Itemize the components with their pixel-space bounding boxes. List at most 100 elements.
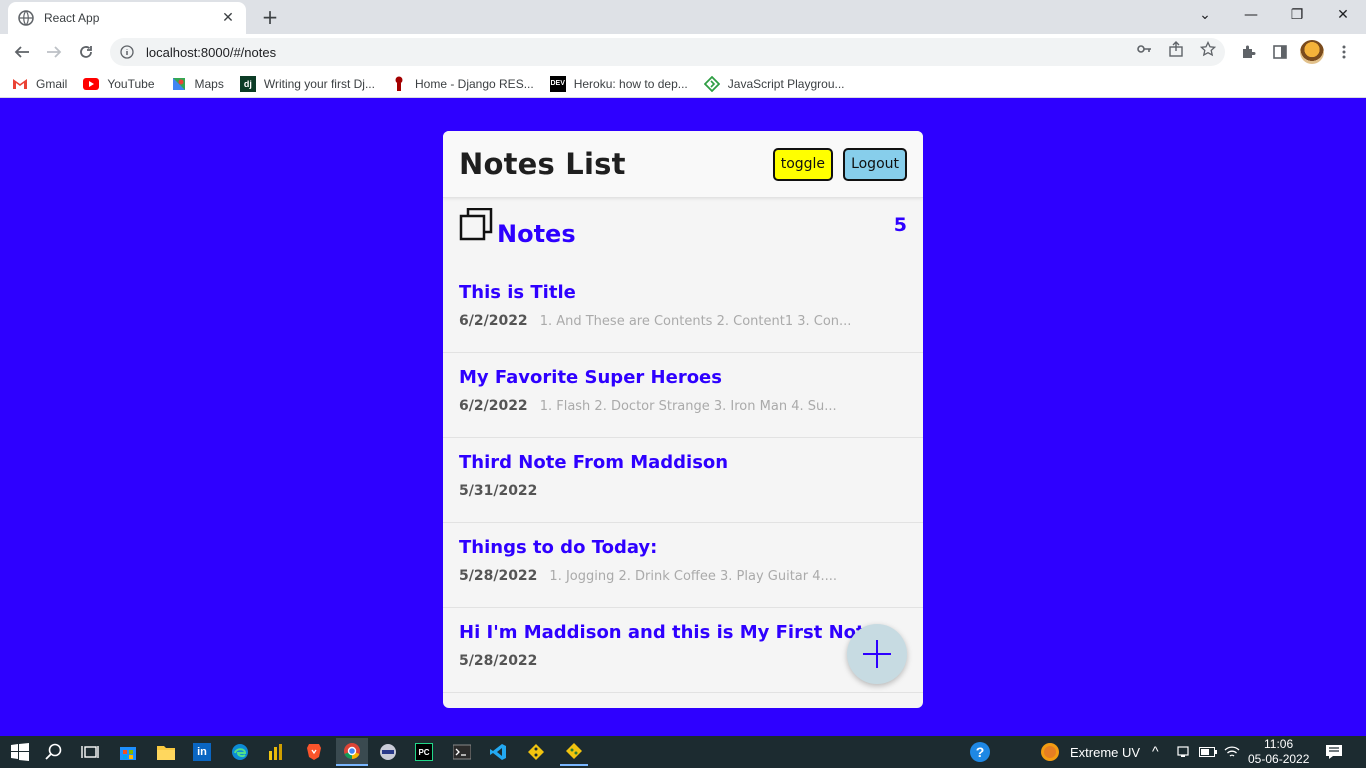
chevron-up-icon[interactable]: ^ (1152, 743, 1159, 759)
close-window-icon[interactable]: ✕ (1320, 0, 1366, 30)
taskbar: in PC ? Extreme UV ^ 11:06 05-06-2022 (0, 736, 1366, 768)
note-date: 5/31/2022 (459, 483, 538, 499)
note-list-item[interactable]: This is Title 6/2/2022 1. And These are … (443, 268, 923, 353)
bookmark-heroku[interactable]: DEV Heroku: how to dep... (549, 75, 688, 92)
bookmark-label: Home - Django RES... (414, 76, 534, 91)
note-preview: 1. Jogging 2. Drink Coffee 3. Play Guita… (549, 569, 838, 584)
minimize-icon[interactable]: — (1228, 0, 1274, 30)
note-date: 6/2/2022 (459, 398, 528, 414)
note-meta: 5/28/2022 (459, 653, 907, 669)
task-view-icon[interactable] (78, 740, 102, 764)
django-icon: dj (239, 75, 256, 92)
terminal-icon[interactable] (450, 740, 474, 764)
dev-icon: DEV (549, 75, 566, 92)
browser-tab[interactable]: React App ✕ (8, 2, 246, 34)
note-meta: 5/28/2022 1. Jogging 2. Drink Coffee 3. … (459, 568, 907, 584)
gmail-icon (12, 76, 28, 92)
page-title: Notes List (459, 147, 626, 181)
pycharm-icon[interactable]: PC (412, 740, 436, 764)
note-list-item[interactable]: Things to do Today: 5/28/2022 1. Jogging… (443, 523, 923, 608)
tab-title: React App (44, 11, 100, 25)
close-tab-icon[interactable]: ✕ (220, 10, 236, 26)
notifications-icon[interactable] (1322, 740, 1346, 764)
note-date: 6/2/2022 (459, 313, 528, 329)
share-icon[interactable] (1168, 41, 1184, 57)
add-note-button[interactable] (847, 624, 907, 684)
note-preview: 1. Flash 2. Doctor Strange 3. Iron Man 4… (539, 399, 837, 414)
key-icon[interactable] (1136, 41, 1152, 57)
git-bash-icon[interactable] (560, 738, 588, 766)
bookmark-maps[interactable]: Maps (171, 76, 224, 92)
star-icon[interactable] (1200, 41, 1216, 57)
bookmark-label: Gmail (36, 76, 68, 91)
battery-icon[interactable] (1196, 740, 1220, 764)
notes-card: Notes List toggle Logout Notes 5 This is… (443, 131, 923, 708)
store-icon[interactable] (116, 740, 140, 764)
note-title: This is Title (459, 282, 576, 303)
bookmark-gmail[interactable]: Gmail (12, 76, 67, 92)
browser-tab-bar: React App ✕ + ⌄ — ❐ ✕ (0, 0, 1366, 34)
restore-icon[interactable]: ❐ (1274, 0, 1320, 30)
linkedin-icon[interactable]: in (190, 740, 214, 764)
vscode-icon[interactable] (486, 740, 510, 764)
reload-icon[interactable] (72, 38, 100, 66)
postgres-icon[interactable] (376, 740, 400, 764)
address-bar[interactable]: localhost:8000/#/notes (110, 38, 1225, 66)
info-icon[interactable] (120, 45, 134, 59)
network-icon[interactable] (1172, 740, 1196, 764)
side-panel-icon[interactable] (1266, 38, 1294, 66)
toggle-button[interactable]: toggle (772, 147, 834, 181)
chrome-icon[interactable] (336, 738, 368, 766)
page-viewport: Notes List toggle Logout Notes 5 This is… (0, 103, 1366, 736)
bookmark-youtube[interactable]: YouTube (83, 76, 155, 92)
new-tab-icon[interactable]: + (258, 6, 282, 30)
profile-avatar[interactable] (1298, 38, 1326, 66)
logout-button[interactable]: Logout (843, 147, 907, 181)
weather-text[interactable]: Extreme UV (1070, 745, 1140, 760)
globe-icon (18, 10, 34, 26)
youtube-icon (83, 76, 100, 92)
tab-search-icon[interactable]: ⌄ (1182, 0, 1228, 30)
file-explorer-icon[interactable] (154, 740, 178, 764)
note-meta: 5/31/2022 (459, 483, 907, 499)
extensions-icon[interactable] (1234, 38, 1262, 66)
bookmark-django-rest[interactable]: Home - Django RES... (391, 76, 534, 92)
forward-icon[interactable] (40, 38, 68, 66)
svg-text:?: ? (976, 744, 985, 760)
playground-icon (703, 75, 720, 92)
notes-heading: Notes (497, 220, 576, 248)
weather-uv-icon (1038, 740, 1062, 764)
brave-icon[interactable] (302, 740, 326, 764)
note-meta: 6/2/2022 1. And These are Contents 2. Co… (459, 313, 907, 329)
help-icon[interactable]: ? (968, 740, 992, 764)
clock-date[interactable]: 05-06-2022 (1248, 752, 1309, 766)
note-title: My Favorite Super Heroes (459, 367, 722, 388)
bookmark-label: JavaScript Playgrou... (727, 76, 845, 91)
power-bi-icon[interactable] (264, 740, 288, 764)
edge-icon[interactable] (228, 740, 252, 764)
note-title: Things to do Today: (459, 537, 658, 558)
browser-toolbar: localhost:8000/#/notes (0, 34, 1366, 70)
note-list-item[interactable]: Third Note From Maddison 5/31/2022 (443, 438, 923, 523)
note-date: 5/28/2022 (459, 568, 538, 584)
clock-time[interactable]: 11:06 (1264, 737, 1293, 751)
menu-icon[interactable] (1330, 38, 1358, 66)
bookmark-label: Maps (194, 76, 224, 91)
back-icon[interactable] (8, 38, 36, 66)
start-icon[interactable] (8, 740, 32, 764)
git-icon[interactable] (524, 740, 548, 764)
note-title: Hi I'm Maddison and this is My First Not… (459, 622, 877, 643)
notes-stack-icon (459, 208, 493, 241)
search-icon[interactable] (42, 740, 66, 764)
bookmark-django-tutorial[interactable]: dj Writing your first Dj... (239, 75, 375, 92)
url-text: localhost:8000/#/notes (146, 44, 277, 60)
bookmark-label: Heroku: how to dep... (573, 76, 688, 91)
note-list-item[interactable]: My Favorite Super Heroes 6/2/2022 1. Fla… (443, 353, 923, 438)
maps-icon (171, 76, 187, 92)
plus-icon (863, 640, 891, 668)
wifi-icon[interactable] (1220, 740, 1244, 764)
bookmark-label: YouTube (107, 76, 155, 91)
bookmark-js-playground[interactable]: JavaScript Playgrou... (703, 75, 845, 92)
note-date: 5/28/2022 (459, 653, 538, 669)
note-title: Third Note From Maddison (459, 452, 729, 473)
